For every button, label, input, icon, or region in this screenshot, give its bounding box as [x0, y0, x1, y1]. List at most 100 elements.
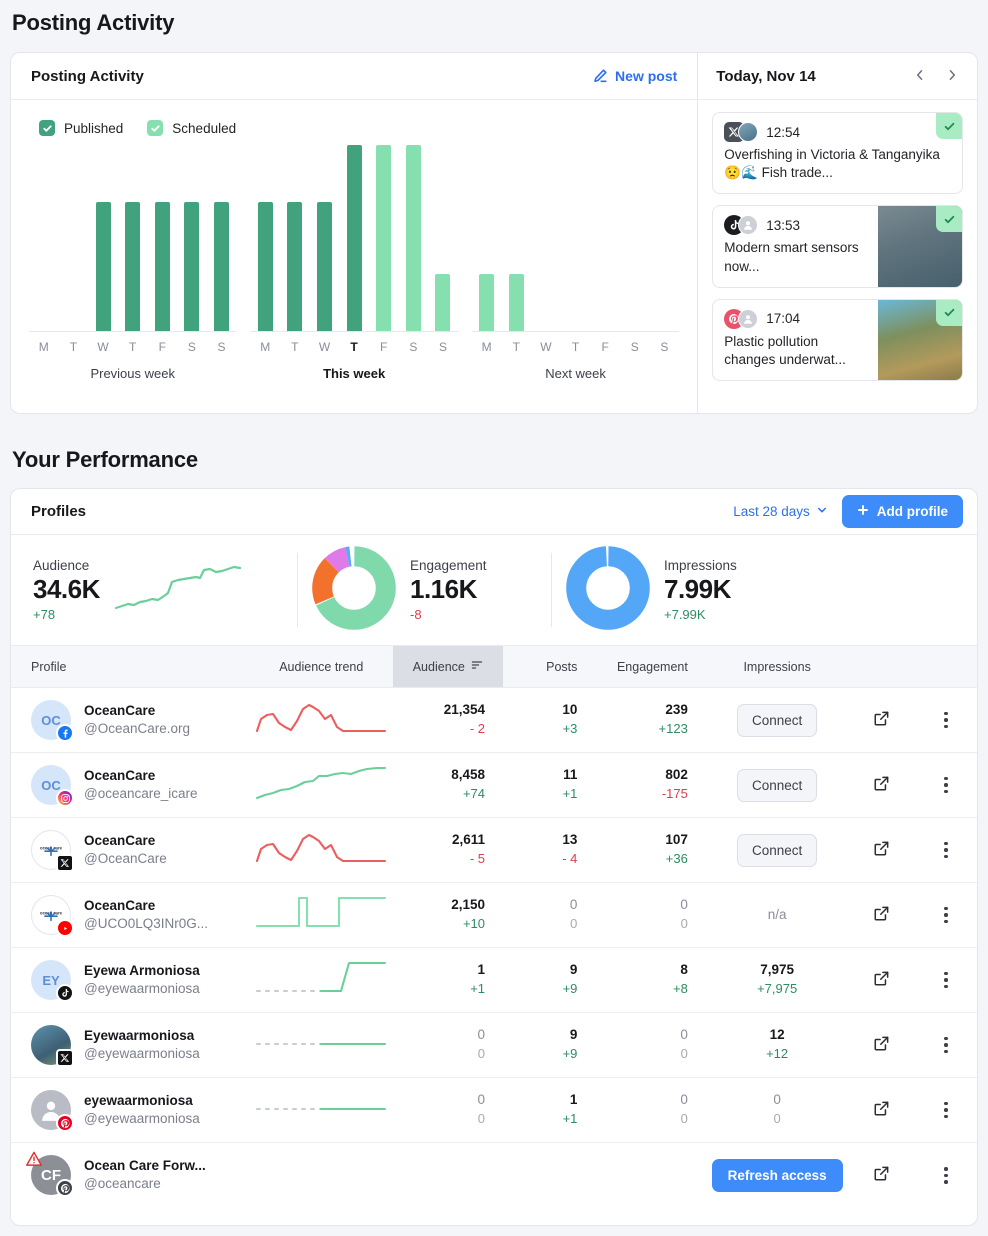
profile-names: Ocean Care Forw... @oceancare	[84, 1157, 206, 1193]
cell-audience-trend	[250, 883, 393, 948]
table-row[interactable]: Eyewaarmoniosa @eyewaarmoniosa 0 0 9 +9 0 0 12 +1…	[11, 1013, 977, 1078]
table-row[interactable]: ocean care OceanCare @UCO0LQ3INr0G... 2,150…	[11, 883, 977, 948]
bar-slot[interactable]	[650, 132, 680, 331]
add-profile-button[interactable]: Add profile	[841, 495, 963, 528]
column-header-profile[interactable]: Profile	[11, 646, 250, 688]
more-actions-button[interactable]	[933, 707, 959, 733]
more-actions-button[interactable]	[933, 902, 959, 928]
cell-engagement-value: 8	[680, 962, 688, 978]
refresh-access-button[interactable]: Refresh access	[711, 1158, 843, 1192]
bar-slot[interactable]	[561, 132, 591, 331]
cell-posts-delta: - 4	[562, 851, 578, 867]
profile-name: Eyewa Armoniosa	[84, 962, 200, 978]
bar-scheduled[interactable]	[479, 274, 495, 331]
column-header-audience-trend[interactable]: Audience trend	[250, 646, 393, 688]
cell-engagement: 00	[595, 1078, 705, 1143]
bar-slot[interactable]	[250, 132, 280, 331]
cell-actions	[915, 753, 977, 818]
more-actions-button[interactable]	[933, 1032, 959, 1058]
connect-button[interactable]: Connect	[736, 703, 818, 737]
open-external-button[interactable]	[869, 1032, 895, 1058]
bar-slot[interactable]	[207, 132, 237, 331]
open-external-button[interactable]	[869, 902, 895, 928]
table-row[interactable]: CF Ocean Care Forw... @oceancare Refresh ac…	[11, 1143, 977, 1208]
bar-published[interactable]	[257, 202, 273, 331]
bar-published[interactable]	[125, 202, 141, 331]
table-row[interactable]: eyewaarmoniosa @eyewaarmoniosa 0 0 1 +1 0 0 0 0	[11, 1078, 977, 1143]
bar-slot[interactable]	[148, 132, 178, 331]
kebab-menu-icon	[944, 841, 948, 859]
bar-slot[interactable]	[310, 132, 340, 331]
bar-slot[interactable]	[118, 132, 148, 331]
bar-slot[interactable]	[177, 132, 207, 331]
kebab-menu-icon	[944, 971, 948, 989]
connect-button[interactable]: Connect	[736, 768, 818, 802]
post-content: 12:54 Overfishing in Victoria & Tanganyik…	[713, 113, 962, 193]
bar-slot[interactable]	[399, 132, 429, 331]
audience-trend-sparkline	[256, 703, 387, 732]
more-actions-button[interactable]	[933, 1162, 959, 1188]
cell-audience-delta: - 2	[469, 721, 486, 737]
column-header-engagement[interactable]: Engagement	[595, 646, 705, 688]
table-row[interactable]: EY Eyewa Armoniosa @eyewaarmoniosa 1 +1 9 +9 8 +…	[11, 948, 977, 1013]
bar-published[interactable]	[287, 202, 303, 331]
table-row[interactable]: ocean care OceanCare @OceanCare 2,611- 5 13-…	[11, 818, 977, 883]
bar-scheduled[interactable]	[435, 274, 451, 331]
profile-handle: @eyewaarmoniosa	[84, 1046, 200, 1061]
cell-impressions: 00	[706, 1078, 849, 1143]
open-external-button[interactable]	[869, 837, 895, 863]
connect-button[interactable]: Connect	[736, 833, 818, 867]
open-external-button[interactable]	[869, 1097, 895, 1123]
bar-published[interactable]	[184, 202, 200, 331]
kpi-audience-value: 34.6K	[33, 574, 100, 604]
more-actions-button[interactable]	[933, 837, 959, 863]
next-day-button[interactable]	[941, 65, 963, 87]
bar-scheduled[interactable]	[508, 274, 524, 331]
column-header-posts[interactable]: Posts	[503, 646, 595, 688]
post-meta: 17:04	[724, 308, 867, 329]
column-header-audience[interactable]: Audience	[392, 645, 504, 688]
column-header-impressions[interactable]: Impressions	[706, 646, 849, 688]
bar-scheduled[interactable]	[405, 145, 421, 331]
bar-slot[interactable]	[590, 132, 620, 331]
open-external-button[interactable]	[869, 1162, 895, 1188]
bar-published[interactable]	[214, 202, 230, 331]
bar-slot[interactable]	[472, 132, 502, 331]
more-actions-button[interactable]	[933, 772, 959, 798]
profile-names: Eyewa Armoniosa @eyewaarmoniosa	[84, 962, 200, 998]
scheduled-post-card[interactable]: 12:54 Overfishing in Victoria & Tanganyik…	[712, 112, 963, 195]
bar-slot[interactable]	[88, 132, 118, 331]
bar-slot[interactable]	[59, 132, 89, 331]
bar-published[interactable]	[154, 202, 170, 331]
bar-slot[interactable]	[339, 132, 369, 331]
bar-slot[interactable]	[280, 132, 310, 331]
table-row[interactable]: OC OceanCare @oceancare_icare 8,458 +74 11 +1 8…	[11, 753, 977, 818]
bar-published[interactable]	[346, 145, 362, 331]
posting-activity-card: Posting Activity New post Published Sche…	[10, 52, 978, 414]
bar-published[interactable]	[95, 202, 111, 331]
prev-day-button[interactable]	[909, 65, 931, 87]
bar-scheduled[interactable]	[376, 145, 392, 331]
table-row[interactable]: OC OceanCare @OceanCare.org 21,354- 2 10 +3 23…	[11, 688, 977, 753]
scheduled-post-card[interactable]: 13:53 Modern smart sensors now...	[712, 205, 963, 288]
bar-slot[interactable]	[620, 132, 650, 331]
bar-slot[interactable]	[369, 132, 399, 331]
bar-slot[interactable]	[428, 132, 458, 331]
profile-names: OceanCare @oceancare_icare	[84, 767, 198, 803]
scheduled-post-card[interactable]: 17:04 Plastic pollution changes underwat.…	[712, 298, 963, 382]
day-label: S	[438, 340, 447, 354]
open-external-button[interactable]	[869, 772, 895, 798]
bar-slot[interactable]	[531, 132, 561, 331]
cell-audience-value: 8,458	[451, 767, 486, 783]
more-actions-button[interactable]	[933, 967, 959, 993]
more-actions-button[interactable]	[933, 1097, 959, 1123]
new-post-button[interactable]: New post	[592, 68, 677, 84]
bar-slot[interactable]	[29, 132, 59, 331]
open-external-button[interactable]	[869, 707, 895, 733]
bar-published[interactable]	[316, 202, 332, 331]
kpi-summary-row: Audience 34.6K +78 Engagement 1.16K -8 I…	[11, 535, 977, 645]
date-range-select[interactable]: Last 28 days	[733, 504, 828, 519]
bar-slot[interactable]	[501, 132, 531, 331]
profile-handle: @oceancare	[84, 1176, 161, 1192]
open-external-button[interactable]	[869, 967, 895, 993]
